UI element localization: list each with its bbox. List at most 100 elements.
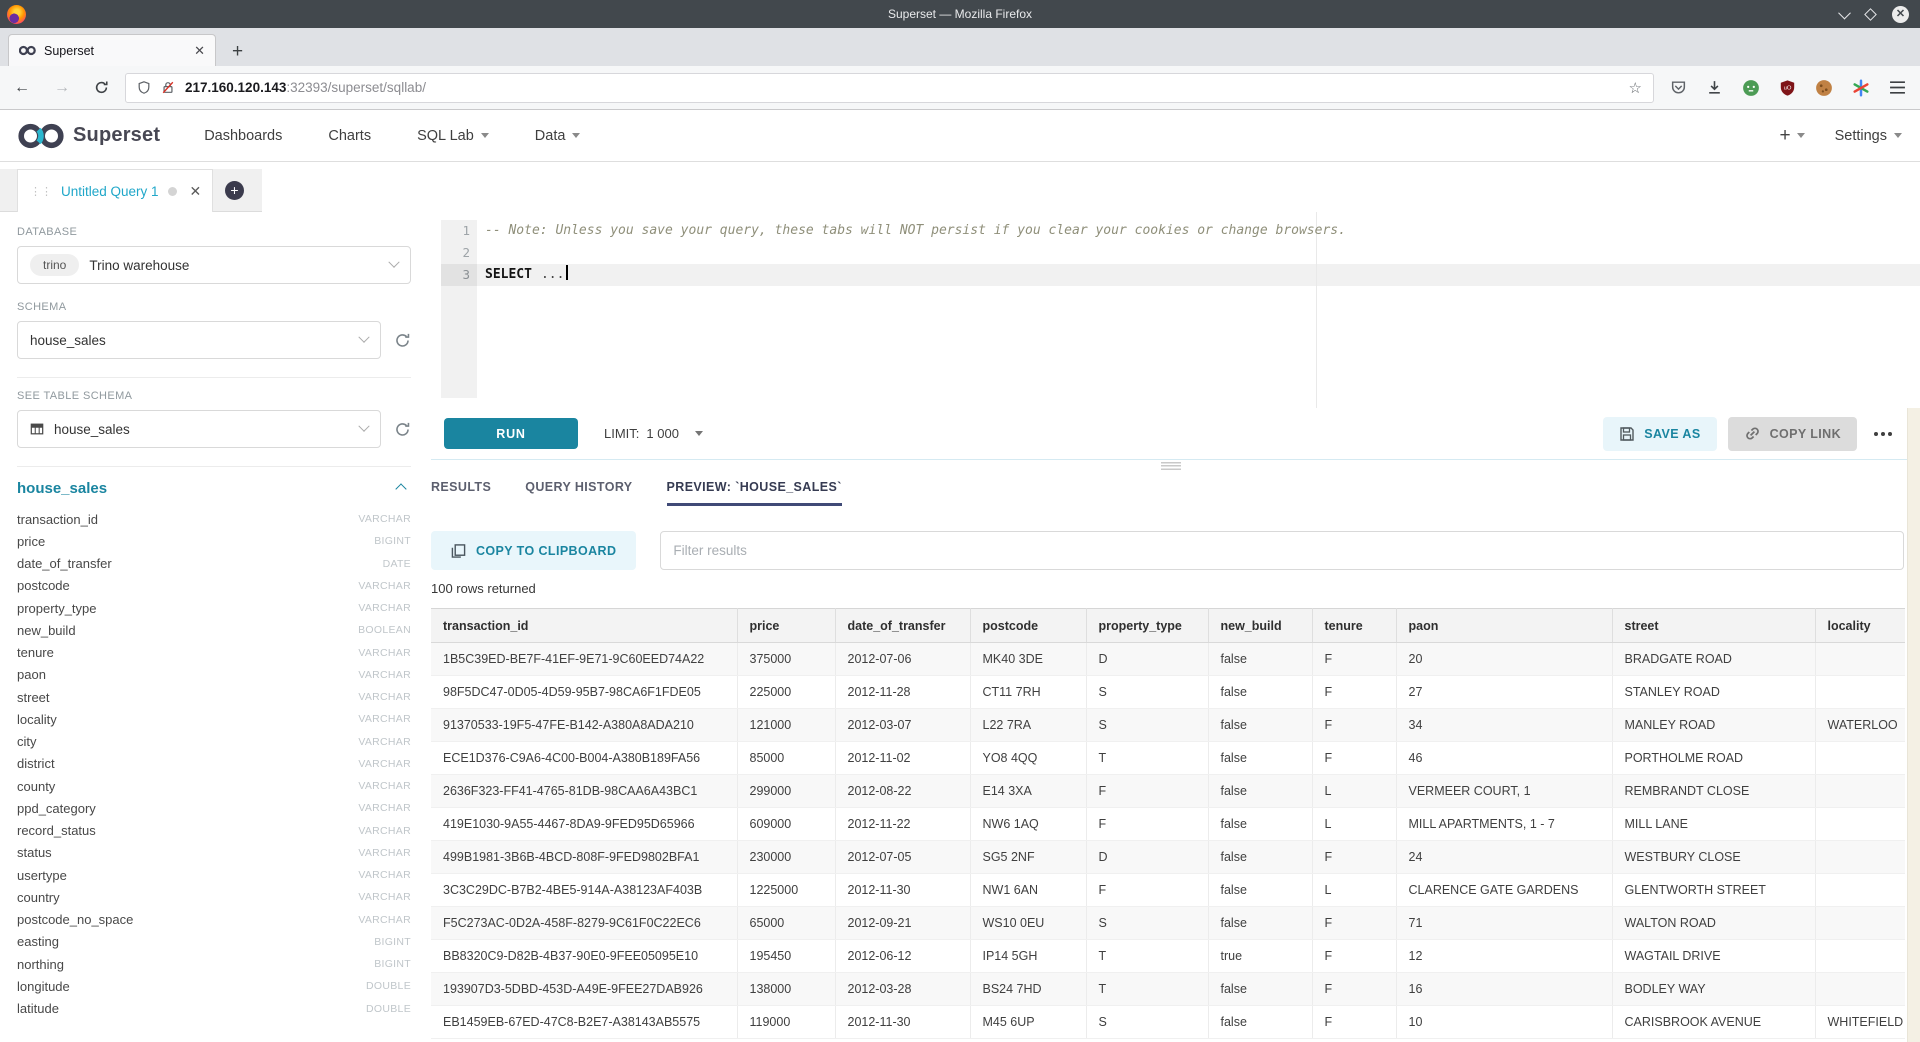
- schema-column-row[interactable]: property_typeVARCHAR: [17, 597, 411, 619]
- pocket-icon[interactable]: [1670, 79, 1687, 96]
- results-column-header[interactable]: date_of_transfer: [835, 609, 970, 643]
- results-column-header[interactable]: price: [737, 609, 835, 643]
- table-cell: SG5 2NF: [970, 841, 1086, 874]
- nav-item-data[interactable]: Data: [535, 128, 581, 144]
- schema-column-row[interactable]: latitudeDOUBLE: [17, 998, 411, 1020]
- nav-item-charts[interactable]: Charts: [328, 128, 371, 144]
- table-cell: BB8320C9-D82B-4B37-90E0-9FEE05095E10: [431, 940, 737, 973]
- window-controls: ✕: [1840, 6, 1909, 23]
- copy-to-clipboard-button[interactable]: COPY TO CLIPBOARD: [431, 531, 636, 570]
- schema-column-row[interactable]: eastingBIGINT: [17, 931, 411, 953]
- schema-column-row[interactable]: record_statusVARCHAR: [17, 820, 411, 842]
- results-column-header[interactable]: tenure: [1312, 609, 1396, 643]
- table-cell: S: [1086, 1006, 1208, 1039]
- column-type: VARCHAR: [358, 891, 411, 903]
- schema-column-row[interactable]: new_buildBOOLEAN: [17, 619, 411, 641]
- schema-column-row[interactable]: postcode_no_spaceVARCHAR: [17, 909, 411, 931]
- schema-column-row[interactable]: longitudeDOUBLE: [17, 975, 411, 997]
- limit-dropdown[interactable]: LIMIT: 1 000: [604, 426, 703, 441]
- schema-column-row[interactable]: cityVARCHAR: [17, 731, 411, 753]
- window-minimize-icon[interactable]: [1838, 6, 1851, 19]
- url-bar[interactable]: 217.160.120.143:32393/superset/sqllab/ ☆: [125, 73, 1654, 103]
- run-button[interactable]: RUN: [444, 418, 578, 449]
- ublock-icon[interactable]: uO: [1779, 79, 1796, 97]
- schema-column-row[interactable]: statusVARCHAR: [17, 842, 411, 864]
- superset-brand[interactable]: Superset: [18, 123, 160, 149]
- database-select[interactable]: trino Trino warehouse: [17, 246, 411, 284]
- schema-column-row[interactable]: localityVARCHAR: [17, 708, 411, 730]
- browser-tab[interactable]: Superset ✕: [8, 34, 216, 66]
- table-cell: 2012-11-30: [835, 874, 970, 907]
- resize-grip-icon[interactable]: [1161, 462, 1181, 470]
- shield-icon[interactable]: [137, 80, 151, 95]
- new-tab-button[interactable]: +: [232, 42, 243, 61]
- results-column-header[interactable]: transaction_id: [431, 609, 737, 643]
- editor-code[interactable]: -- Note: Unless you save your query, the…: [485, 220, 1920, 286]
- add-new-button[interactable]: +: [1779, 125, 1804, 147]
- schema-select[interactable]: house_sales: [17, 321, 381, 359]
- table-select[interactable]: house_sales: [17, 410, 381, 448]
- sql-editor[interactable]: 1 2 3 -- Note: Unless you save your quer…: [431, 212, 1920, 408]
- privacy-badger-icon[interactable]: [1742, 79, 1760, 97]
- schema-column-row[interactable]: northingBIGINT: [17, 953, 411, 975]
- back-button[interactable]: ←: [14, 79, 30, 97]
- table-row: F5C273AC-0D2A-458F-8279-9C61F0C22EC66500…: [431, 907, 1905, 940]
- forward-button[interactable]: →: [54, 79, 70, 97]
- schema-column-row[interactable]: countyVARCHAR: [17, 775, 411, 797]
- schema-column-row[interactable]: tenureVARCHAR: [17, 642, 411, 664]
- window-maximize-icon[interactable]: [1864, 8, 1877, 21]
- results-column-header[interactable]: locality: [1815, 609, 1905, 643]
- lock-insecure-icon[interactable]: [161, 80, 175, 95]
- reload-button[interactable]: [94, 80, 109, 95]
- nav-item-sql-lab[interactable]: SQL Lab: [417, 128, 489, 144]
- add-query-tab-button[interactable]: +: [225, 181, 244, 200]
- chevron-down-icon: [1894, 133, 1902, 138]
- column-type: VARCHAR: [358, 669, 411, 681]
- nav-item-dashboards[interactable]: Dashboards: [204, 128, 282, 144]
- schema-column-row[interactable]: paonVARCHAR: [17, 664, 411, 686]
- results-column-header[interactable]: street: [1612, 609, 1815, 643]
- schema-column-row[interactable]: transaction_idVARCHAR: [17, 508, 411, 530]
- schema-column-row[interactable]: date_of_transferDATE: [17, 553, 411, 575]
- schema-column-row[interactable]: districtVARCHAR: [17, 753, 411, 775]
- refresh-schemas-icon[interactable]: [394, 332, 411, 349]
- table-cell: false: [1208, 1006, 1312, 1039]
- save-as-button[interactable]: SAVE AS: [1603, 417, 1716, 451]
- table-cell: F: [1312, 676, 1396, 709]
- table-schema-header[interactable]: house_sales: [17, 480, 411, 497]
- query-tab[interactable]: ⋮⋮ Untitled Query 1 ✕: [17, 169, 213, 212]
- copy-link-button[interactable]: COPY LINK: [1728, 417, 1857, 451]
- results-column-header[interactable]: paon: [1396, 609, 1612, 643]
- results-column-header[interactable]: postcode: [970, 609, 1086, 643]
- multi-account-icon[interactable]: [1852, 79, 1870, 97]
- editor-code-line: SELECT...: [485, 264, 1920, 286]
- filter-results-input[interactable]: [660, 531, 1904, 570]
- window-close-icon[interactable]: ✕: [1892, 6, 1909, 23]
- drag-handle-icon[interactable]: ⋮⋮: [30, 185, 52, 198]
- tab-query-history[interactable]: QUERY HISTORY: [525, 480, 632, 506]
- results-column-header[interactable]: new_build: [1208, 609, 1312, 643]
- column-type: VARCHAR: [358, 825, 411, 837]
- tab-results[interactable]: RESULTS: [431, 480, 491, 506]
- schema-label: SCHEMA: [17, 301, 411, 313]
- schema-column-row[interactable]: usertypeVARCHAR: [17, 864, 411, 886]
- settings-menu[interactable]: Settings: [1835, 128, 1902, 144]
- download-icon[interactable]: [1706, 79, 1723, 96]
- table-cell: F: [1086, 775, 1208, 808]
- schema-column-row[interactable]: streetVARCHAR: [17, 686, 411, 708]
- schema-column-row[interactable]: ppd_categoryVARCHAR: [17, 797, 411, 819]
- browser-tab-close-icon[interactable]: ✕: [194, 43, 205, 59]
- chevron-up-icon[interactable]: [395, 483, 406, 494]
- scrollbar[interactable]: [1907, 408, 1920, 1042]
- tab-preview-house-sales[interactable]: PREVIEW: `HOUSE_SALES`: [667, 480, 842, 506]
- cookie-icon[interactable]: [1815, 79, 1833, 97]
- hamburger-menu-icon[interactable]: [1889, 80, 1906, 95]
- schema-column-row[interactable]: postcodeVARCHAR: [17, 575, 411, 597]
- query-tab-close-icon[interactable]: ✕: [190, 183, 202, 200]
- refresh-tables-icon[interactable]: [394, 421, 411, 438]
- more-options-button[interactable]: [1874, 432, 1892, 436]
- results-column-header[interactable]: property_type: [1086, 609, 1208, 643]
- bookmark-star-icon[interactable]: ☆: [1629, 79, 1642, 97]
- schema-column-row[interactable]: priceBIGINT: [17, 530, 411, 552]
- schema-column-row[interactable]: countryVARCHAR: [17, 886, 411, 908]
